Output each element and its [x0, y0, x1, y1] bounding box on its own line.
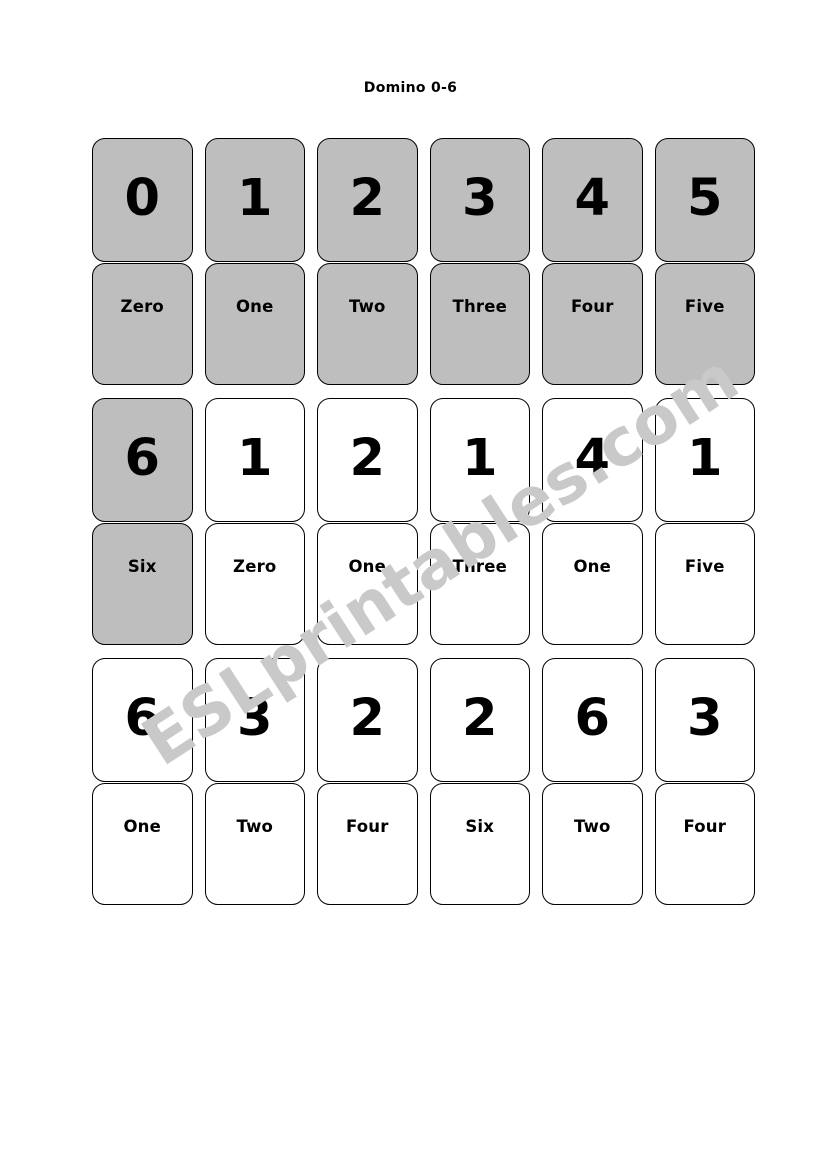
domino-number-cell: 6: [542, 658, 643, 782]
domino-word-cell: Four: [542, 263, 643, 385]
domino-number-cell: 6: [92, 398, 193, 522]
domino-card[interactable]: 2 Two: [317, 138, 418, 385]
domino-grid: 0 Zero 1 One 2 Two 3 Three 4 Four 5 Five 6 Six 1 Zero 2 O…: [92, 138, 755, 905]
domino-word-cell: One: [542, 523, 643, 645]
domino-number-cell: 1: [204, 398, 305, 522]
domino-number-cell: 6: [92, 658, 193, 782]
domino-number-cell: 4: [542, 398, 643, 522]
domino-card[interactable]: 3 Four: [654, 658, 755, 905]
domino-word-cell: One: [317, 523, 418, 645]
domino-number-cell: 2: [317, 138, 418, 262]
domino-row: 6 Six 1 Zero 2 One 1 Three 4 One 1 Five: [92, 398, 755, 645]
domino-number-cell: 2: [317, 658, 418, 782]
domino-card[interactable]: 1 Five: [654, 398, 755, 645]
domino-card[interactable]: 3 Three: [429, 138, 530, 385]
domino-word-cell: One: [92, 783, 193, 905]
domino-word-cell: Five: [654, 263, 755, 385]
domino-number-cell: 1: [204, 138, 305, 262]
domino-word-cell: Two: [204, 783, 305, 905]
domino-word-cell: Zero: [204, 523, 305, 645]
domino-number-cell: 3: [204, 658, 305, 782]
domino-row: 6 One 3 Two 2 Four 2 Six 6 Two 3 Four: [92, 658, 755, 905]
domino-number-cell: 3: [654, 658, 755, 782]
domino-number-cell: 1: [654, 398, 755, 522]
domino-number-cell: 2: [317, 398, 418, 522]
domino-word-cell: Five: [654, 523, 755, 645]
domino-number-cell: 1: [429, 398, 530, 522]
domino-word-cell: Two: [317, 263, 418, 385]
domino-word-cell: Three: [429, 523, 530, 645]
domino-card[interactable]: 5 Five: [654, 138, 755, 385]
domino-number-cell: 2: [429, 658, 530, 782]
domino-number-cell: 4: [542, 138, 643, 262]
domino-card[interactable]: 2 One: [317, 398, 418, 645]
domino-card[interactable]: 6 Six: [92, 398, 193, 645]
domino-word-cell: Six: [92, 523, 193, 645]
domino-word-cell: One: [204, 263, 305, 385]
domino-number-cell: 0: [92, 138, 193, 262]
domino-word-cell: Three: [429, 263, 530, 385]
domino-card[interactable]: 4 One: [542, 398, 643, 645]
domino-card[interactable]: 1 Three: [429, 398, 530, 645]
domino-card[interactable]: 0 Zero: [92, 138, 193, 385]
domino-card[interactable]: 1 Zero: [204, 398, 305, 645]
domino-card[interactable]: 2 Four: [317, 658, 418, 905]
domino-card[interactable]: 3 Two: [204, 658, 305, 905]
domino-card[interactable]: 2 Six: [429, 658, 530, 905]
domino-word-cell: Four: [317, 783, 418, 905]
domino-row: 0 Zero 1 One 2 Two 3 Three 4 Four 5 Five: [92, 138, 755, 385]
page-title: Domino 0-6: [363, 80, 458, 96]
domino-number-cell: 3: [429, 138, 530, 262]
domino-word-cell: Four: [654, 783, 755, 905]
domino-word-cell: Zero: [92, 263, 193, 385]
domino-word-cell: Six: [429, 783, 530, 905]
domino-card[interactable]: 4 Four: [542, 138, 643, 385]
domino-card[interactable]: 1 One: [204, 138, 305, 385]
domino-word-cell: Two: [542, 783, 643, 905]
domino-card[interactable]: 6 One: [92, 658, 193, 905]
domino-card[interactable]: 6 Two: [542, 658, 643, 905]
domino-number-cell: 5: [654, 138, 755, 262]
